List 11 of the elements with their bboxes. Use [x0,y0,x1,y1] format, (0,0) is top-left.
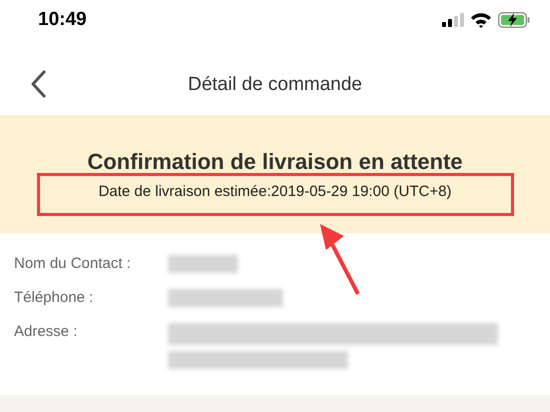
field-label: Nom du Contact : [14,255,132,272]
field-label: Téléphone : [14,289,94,306]
back-icon[interactable] [30,70,46,98]
wifi-icon [470,12,492,28]
page-title: Détail de commande [188,74,362,96]
clock-time: 10:49 [38,9,87,31]
pointer-arrow [320,224,360,295]
delivery-date: Date de livraison estimée:2019-05-29 19:00 (UTC+8) [98,182,452,200]
signal-icon [442,13,464,27]
field-label: Adresse : [14,323,78,340]
banner-title: Confirmation de livraison en attente [87,148,463,174]
